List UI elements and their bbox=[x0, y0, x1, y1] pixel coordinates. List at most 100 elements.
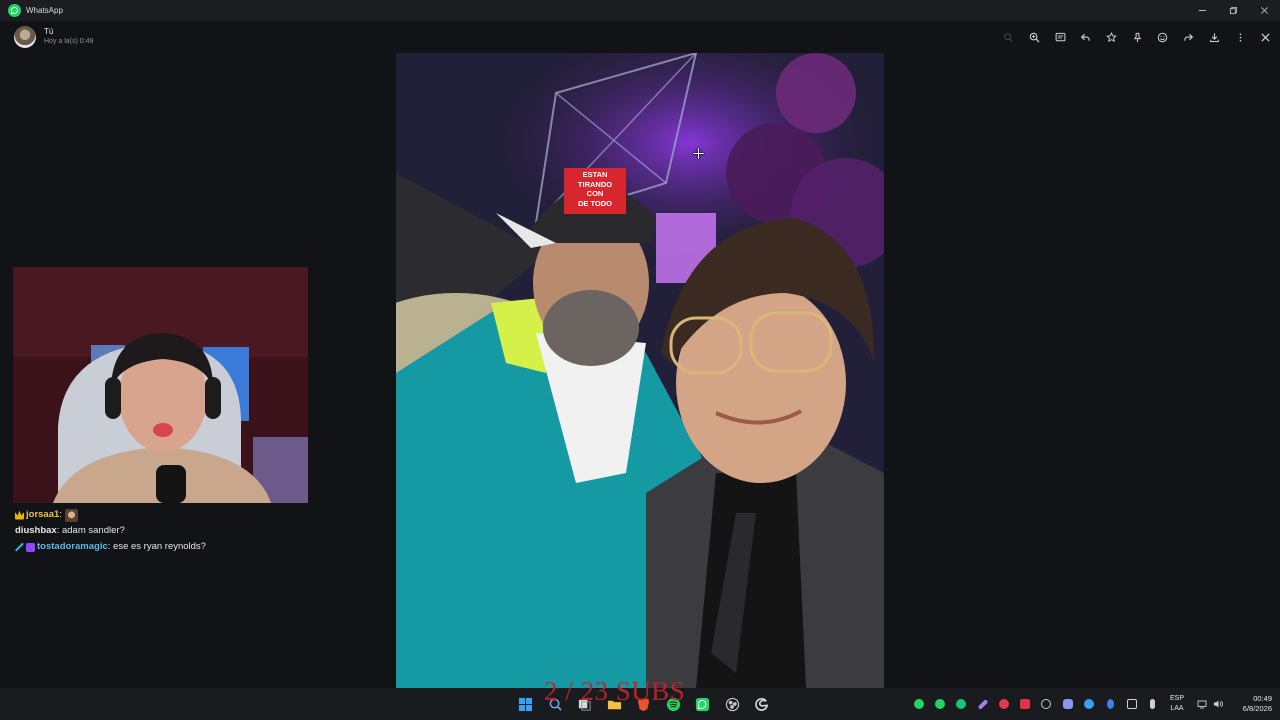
square-red-tray-icon bbox=[1020, 699, 1031, 709]
avatar[interactable] bbox=[14, 26, 36, 48]
chat-message: diushbax : adam sandler? bbox=[15, 523, 395, 539]
bluetooth-tray-icon bbox=[1106, 699, 1114, 709]
pen-tray-icon bbox=[977, 698, 988, 710]
forward-button[interactable] bbox=[1176, 28, 1202, 46]
pen-tray-button[interactable] bbox=[972, 696, 993, 712]
caption-button[interactable] bbox=[1047, 28, 1073, 46]
chat-message: jorsaa1 : bbox=[15, 507, 395, 523]
edge-button[interactable] bbox=[747, 692, 777, 716]
search-button bbox=[996, 28, 1022, 46]
caption-icon bbox=[1055, 32, 1066, 41]
spotify-tray-button[interactable] bbox=[908, 696, 929, 712]
whatsapp-taskbar-icon bbox=[696, 697, 710, 711]
edge-icon bbox=[755, 697, 769, 711]
forward-icon bbox=[1184, 33, 1194, 41]
lang-primary: ESP bbox=[1169, 695, 1184, 702]
windows-start-button[interactable] bbox=[511, 692, 541, 716]
chatgpt-tray-icon bbox=[956, 699, 967, 709]
volume-tray-button[interactable] bbox=[1121, 696, 1142, 712]
chat-message: tostadoramagic : ese es ryan reynolds? bbox=[15, 539, 395, 555]
restore-button[interactable] bbox=[1218, 0, 1249, 21]
webcam-illustration bbox=[13, 267, 308, 503]
chat-text: ese es ryan reynolds? bbox=[110, 541, 206, 552]
whatsapp-taskbar-button[interactable] bbox=[688, 692, 718, 716]
pin-icon bbox=[1133, 32, 1142, 42]
photo-illustration bbox=[396, 53, 884, 688]
discord-tray-button[interactable] bbox=[1057, 696, 1078, 712]
red-dot-tray-icon bbox=[998, 699, 1009, 709]
move-cursor-icon bbox=[692, 147, 705, 160]
minimize-icon bbox=[1198, 10, 1207, 11]
whatsapp-tray-button[interactable] bbox=[929, 696, 950, 712]
react-button[interactable] bbox=[1150, 28, 1176, 46]
system-tray bbox=[908, 696, 1164, 712]
close-window-button[interactable] bbox=[1249, 0, 1280, 21]
chat-separator: : bbox=[59, 509, 62, 520]
zoom-in-button[interactable] bbox=[1022, 28, 1048, 46]
cap-text-line: DE TODO bbox=[577, 198, 613, 208]
cap-text: ESTAN TIRANDO CON DE TODO bbox=[564, 170, 626, 208]
download-button[interactable] bbox=[1202, 28, 1228, 46]
mic-tray-icon bbox=[1150, 699, 1156, 709]
sender-name: Tú bbox=[44, 27, 54, 36]
chat-username[interactable]: diushbax bbox=[15, 523, 57, 539]
lang-secondary: LAA bbox=[1170, 705, 1184, 712]
title-bar: WhatsApp bbox=[0, 0, 1280, 21]
steam-like-tray-icon bbox=[1041, 699, 1052, 709]
network-icon bbox=[1194, 696, 1210, 712]
obs-icon bbox=[725, 697, 739, 711]
stream-chat: jorsaa1 : diushbax : adam sandler? tosta… bbox=[15, 507, 395, 555]
clock-time: 00:49 bbox=[1253, 694, 1272, 703]
reply-icon bbox=[1081, 33, 1091, 41]
speaker-icon bbox=[1210, 696, 1226, 712]
cap-text-line: CON bbox=[586, 189, 604, 198]
minimize-button[interactable] bbox=[1187, 0, 1218, 21]
pin-button[interactable] bbox=[1124, 28, 1150, 46]
zoom-in-icon bbox=[1029, 32, 1040, 43]
sync-tray-icon bbox=[1084, 699, 1095, 709]
close-viewer-button[interactable] bbox=[1253, 28, 1279, 46]
crown-badge-icon bbox=[15, 510, 24, 520]
discord-tray-icon bbox=[1062, 699, 1073, 709]
red-dot-tray-button[interactable] bbox=[993, 696, 1014, 712]
subscriber-badge-icon bbox=[26, 542, 35, 552]
whatsapp-tray-icon bbox=[934, 699, 945, 709]
sender-timestamp: Hoy a la(s) 0:49 bbox=[44, 38, 94, 45]
media-photo[interactable]: ESTAN TIRANDO CON DE TODO bbox=[396, 53, 884, 688]
sync-tray-button[interactable] bbox=[1078, 696, 1099, 712]
media-viewer-header: Tú Hoy a la(s) 0:49 bbox=[0, 21, 1280, 53]
viewer-toolbar bbox=[996, 28, 1279, 46]
input-language[interactable]: ESP LAA bbox=[1166, 694, 1188, 714]
bluetooth-tray-button[interactable] bbox=[1100, 696, 1121, 712]
chat-username[interactable]: tostadoramagic bbox=[37, 539, 108, 555]
window-controls bbox=[1187, 0, 1280, 21]
search-icon bbox=[1004, 32, 1014, 42]
reply-button[interactable] bbox=[1073, 28, 1099, 46]
face-emote-icon bbox=[64, 508, 78, 522]
steam-tray-button[interactable] bbox=[1036, 696, 1057, 712]
cap-text-line: TIRANDO bbox=[577, 179, 613, 189]
spotify-tray-icon bbox=[913, 699, 924, 709]
close-window-icon bbox=[1261, 7, 1268, 14]
star-icon bbox=[1106, 31, 1118, 42]
square-red-tray-button[interactable] bbox=[1014, 696, 1035, 712]
chat-text: adam sandler? bbox=[59, 525, 125, 536]
whatsapp-logo-icon bbox=[8, 4, 21, 17]
more-icon bbox=[1239, 32, 1241, 42]
obs-button[interactable] bbox=[718, 692, 748, 716]
more-options-button[interactable] bbox=[1227, 28, 1253, 46]
emoji-icon bbox=[1158, 32, 1168, 42]
download-icon bbox=[1209, 32, 1219, 42]
windows-start-icon bbox=[519, 697, 533, 711]
star-button[interactable] bbox=[1099, 28, 1125, 46]
sword-badge-icon bbox=[15, 542, 24, 552]
webcam-overlay bbox=[13, 267, 308, 503]
chat-username[interactable]: jorsaa1 bbox=[26, 507, 59, 523]
app-title: WhatsApp bbox=[26, 6, 63, 15]
mic-tray-button[interactable] bbox=[1142, 696, 1163, 712]
chatgpt-tray-button[interactable] bbox=[951, 696, 972, 712]
taskbar-clock[interactable]: 00:49 6/8/2026 bbox=[1226, 694, 1272, 714]
restore-icon bbox=[1229, 6, 1238, 15]
volume-small-tray-icon bbox=[1126, 699, 1137, 709]
system-icons[interactable] bbox=[1194, 696, 1226, 712]
